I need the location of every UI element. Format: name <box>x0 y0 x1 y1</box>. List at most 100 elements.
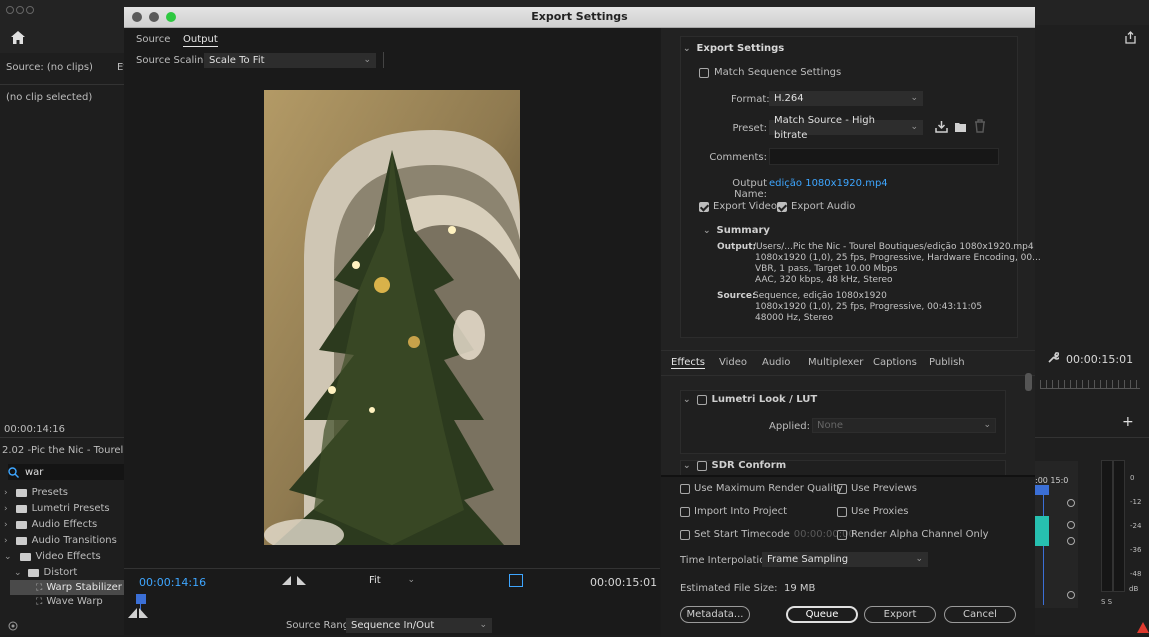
import-preset-icon[interactable] <box>954 120 967 133</box>
start-timecode-checkbox[interactable]: Set Start Timecode 00:00:00:00 <box>680 529 855 540</box>
queue-button[interactable]: Queue <box>786 606 858 623</box>
track-toggle[interactable] <box>1067 521 1075 529</box>
delete-preset-icon[interactable] <box>974 119 986 133</box>
max-render-checkbox[interactable]: Use Maximum Render Quality <box>680 483 843 494</box>
output-name-link[interactable]: edição 1080x1920.mp4 <box>769 178 888 189</box>
export-settings-dialog: Export Settings Source Output Source Sca… <box>124 7 1041 637</box>
tab-video[interactable]: Video <box>719 357 747 368</box>
source-panel-tab[interactable]: Source: (no clips) <box>6 62 93 73</box>
export-video-checkbox[interactable]: Export Video <box>699 201 777 212</box>
safe-margins-icon[interactable] <box>509 574 523 587</box>
mark-out-icon[interactable] <box>296 576 306 585</box>
use-previews-checkbox[interactable]: Use Previews <box>837 483 917 494</box>
time-interp-label: Time Interpolation: <box>680 555 776 566</box>
export-settings-header[interactable]: ⌄ Export Settings <box>683 43 784 54</box>
tab-source[interactable]: Source <box>136 34 170 45</box>
file-size-value: 19 MB <box>784 583 816 594</box>
scrollbar[interactable] <box>1025 373 1032 391</box>
format-label: Format: <box>731 94 770 105</box>
share-icon[interactable] <box>1124 31 1137 47</box>
zoom-dropdown[interactable]: Fit ⌄ <box>364 573 420 588</box>
dialog-titlebar: Export Settings <box>124 7 1035 28</box>
no-clip-label: (no clip selected) <box>6 92 93 103</box>
chevron-down-icon: ⌄ <box>910 122 918 132</box>
tab-multiplexer[interactable]: Multiplexer <box>808 357 863 368</box>
mini-timecode: :00 15:0 <box>1035 476 1069 485</box>
tree-item-presets[interactable]: › Presets <box>4 487 68 498</box>
folder-icon <box>27 568 39 577</box>
tab-captions[interactable]: Captions <box>873 357 917 368</box>
home-icon[interactable] <box>11 31 25 44</box>
playhead-handle[interactable] <box>136 594 146 604</box>
add-button[interactable]: + <box>1122 414 1134 430</box>
source-range-dropdown[interactable]: Sequence In/Out ⌄ <box>346 618 492 633</box>
divider <box>0 437 124 438</box>
settings-pane: ⌄ Export Settings Match Sequence Settings… <box>661 28 1041 637</box>
time-interp-dropdown[interactable]: Frame Sampling ⌄ <box>762 552 928 567</box>
summary-source: Sequence, edição 1080x1920 1080x1920 (1,… <box>753 291 983 323</box>
tree-item-audio-transitions[interactable]: › Audio Transitions <box>4 535 117 546</box>
effect-icon: ⛶ <box>36 582 43 593</box>
applied-dropdown[interactable]: None ⌄ <box>812 418 996 433</box>
metadata-button[interactable]: Metadata... <box>680 606 750 623</box>
meter-scale: 0 -12 -24 -36 -48 <box>1130 474 1142 578</box>
tree-item-warp-stabilizer[interactable]: ⛶ Warp Stabilizer <box>10 580 124 595</box>
playhead-marker[interactable] <box>1035 485 1049 495</box>
alpha-only-checkbox[interactable]: Render Alpha Channel Only <box>837 529 989 540</box>
chevron-down-icon: ⌄ <box>479 620 487 630</box>
summary-header[interactable]: ⌄ Summary <box>703 225 770 236</box>
tab-effects[interactable]: Effects <box>671 357 705 369</box>
match-sequence-checkbox[interactable]: Match Sequence Settings <box>699 67 841 78</box>
sdr-header[interactable]: ⌄ SDR Conform <box>683 460 786 471</box>
in-out-markers[interactable] <box>282 576 306 585</box>
range-handles[interactable] <box>128 608 148 618</box>
solo-buttons[interactable]: S S <box>1101 598 1112 606</box>
clip-block[interactable] <box>1035 516 1049 546</box>
db-label: dB <box>1129 585 1139 593</box>
cancel-button[interactable]: Cancel <box>944 606 1016 623</box>
tab-audio[interactable]: Audio <box>762 357 790 368</box>
comments-field[interactable] <box>769 148 999 165</box>
divider <box>124 568 660 569</box>
video-frame-image <box>264 90 520 545</box>
tree-item-video-effects[interactable]: ⌄ Video Effects <box>4 551 101 562</box>
format-dropdown[interactable]: H.264 ⌄ <box>769 91 923 106</box>
output-name-label: Output Name: <box>732 178 767 200</box>
search-input[interactable]: war <box>25 467 43 478</box>
mark-in-icon[interactable] <box>282 576 292 585</box>
tree-item-audio-effects[interactable]: › Audio Effects <box>4 519 97 530</box>
tree-item-wave-warp[interactable]: ⛶ Wave Warp <box>10 596 103 607</box>
export-audio-checkbox[interactable]: Export Audio <box>777 201 855 212</box>
effect-icon: ⛶ <box>36 596 43 607</box>
folder-icon <box>15 504 27 513</box>
tab-output[interactable]: Output <box>183 34 218 47</box>
track-toggle[interactable] <box>1067 537 1075 545</box>
chevron-down-icon: ⌄ <box>683 43 691 54</box>
tab-publish[interactable]: Publish <box>929 357 965 368</box>
tree-item-distort[interactable]: ⌄ Distort <box>14 567 77 578</box>
export-button[interactable]: Export <box>864 606 936 623</box>
timeline-ruler <box>1040 380 1140 389</box>
video-preview <box>264 90 520 545</box>
preset-dropdown[interactable]: Match Source - High bitrate ⌄ <box>769 115 923 141</box>
track-toggle[interactable] <box>1067 499 1075 507</box>
summary-output-label: Output: <box>717 242 757 252</box>
source-scaling-dropdown[interactable]: Scale To Fit ⌄ <box>204 53 376 68</box>
current-timecode[interactable]: 00:00:14:16 <box>139 576 206 589</box>
wrench-icon[interactable] <box>1047 352 1061 367</box>
eye-icon[interactable] <box>8 621 18 634</box>
chevron-down-icon: ⌄ <box>910 93 918 103</box>
effects-search[interactable]: war <box>8 464 124 480</box>
import-project-checkbox[interactable]: Import Into Project <box>680 506 787 517</box>
lumetri-header[interactable]: ⌄ Lumetri Look / LUT <box>683 394 817 405</box>
warning-icon[interactable] <box>1137 622 1149 633</box>
track-toggle[interactable] <box>1067 591 1075 599</box>
folder-icon <box>19 552 31 561</box>
folder-icon <box>15 536 27 545</box>
save-preset-icon[interactable] <box>935 120 948 133</box>
file-size-label: Estimated File Size: <box>680 583 778 594</box>
chevron-down-icon: ⌄ <box>363 55 371 65</box>
dialog-title: Export Settings <box>531 10 628 23</box>
use-proxies-checkbox[interactable]: Use Proxies <box>837 506 908 517</box>
tree-item-lumetri-presets[interactable]: › Lumetri Presets <box>4 503 110 514</box>
